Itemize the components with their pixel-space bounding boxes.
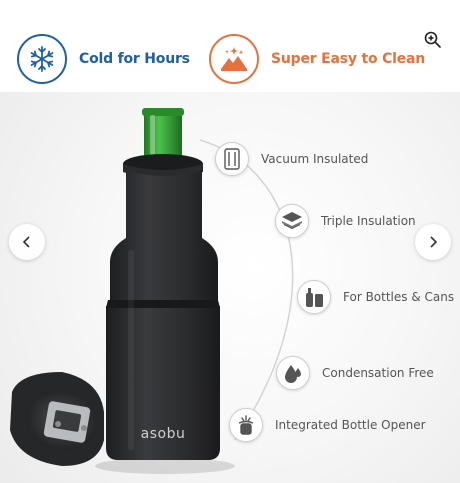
- feature-triple-insulation: Triple Insulation: [275, 204, 416, 238]
- bottle-can-icon: [297, 280, 331, 314]
- brand-wordmark: asobu: [141, 426, 186, 442]
- feature-label: Vacuum Insulated: [261, 152, 369, 166]
- feature-bottle-opener: Integrated Bottle Opener: [229, 408, 426, 442]
- bottle-opener-icon: [229, 408, 263, 442]
- chevron-left-icon: [22, 236, 30, 248]
- prev-image-button[interactable]: [9, 224, 45, 260]
- feature-condensation-free: Condensation Free: [276, 356, 434, 390]
- feature-label: Condensation Free: [322, 366, 434, 380]
- next-image-button[interactable]: [415, 224, 451, 260]
- feature-label: Integrated Bottle Opener: [275, 418, 426, 432]
- product-image-gallery: Cold for Hours Super Easy to Clean asobu…: [0, 0, 460, 483]
- droplets-icon: [276, 356, 310, 390]
- chevron-right-icon: [430, 236, 438, 248]
- feature-vacuum-insulated: Vacuum Insulated: [215, 142, 368, 176]
- feature-bottles-cans: For Bottles & Cans: [297, 280, 454, 314]
- bottle-opener-cap: [10, 372, 104, 466]
- feature-label: For Bottles & Cans: [343, 290, 455, 304]
- feature-label: Triple Insulation: [321, 214, 416, 228]
- layers-icon: [275, 204, 309, 238]
- vacuum-wall-icon: [215, 142, 249, 176]
- bottle-neck: [142, 108, 184, 160]
